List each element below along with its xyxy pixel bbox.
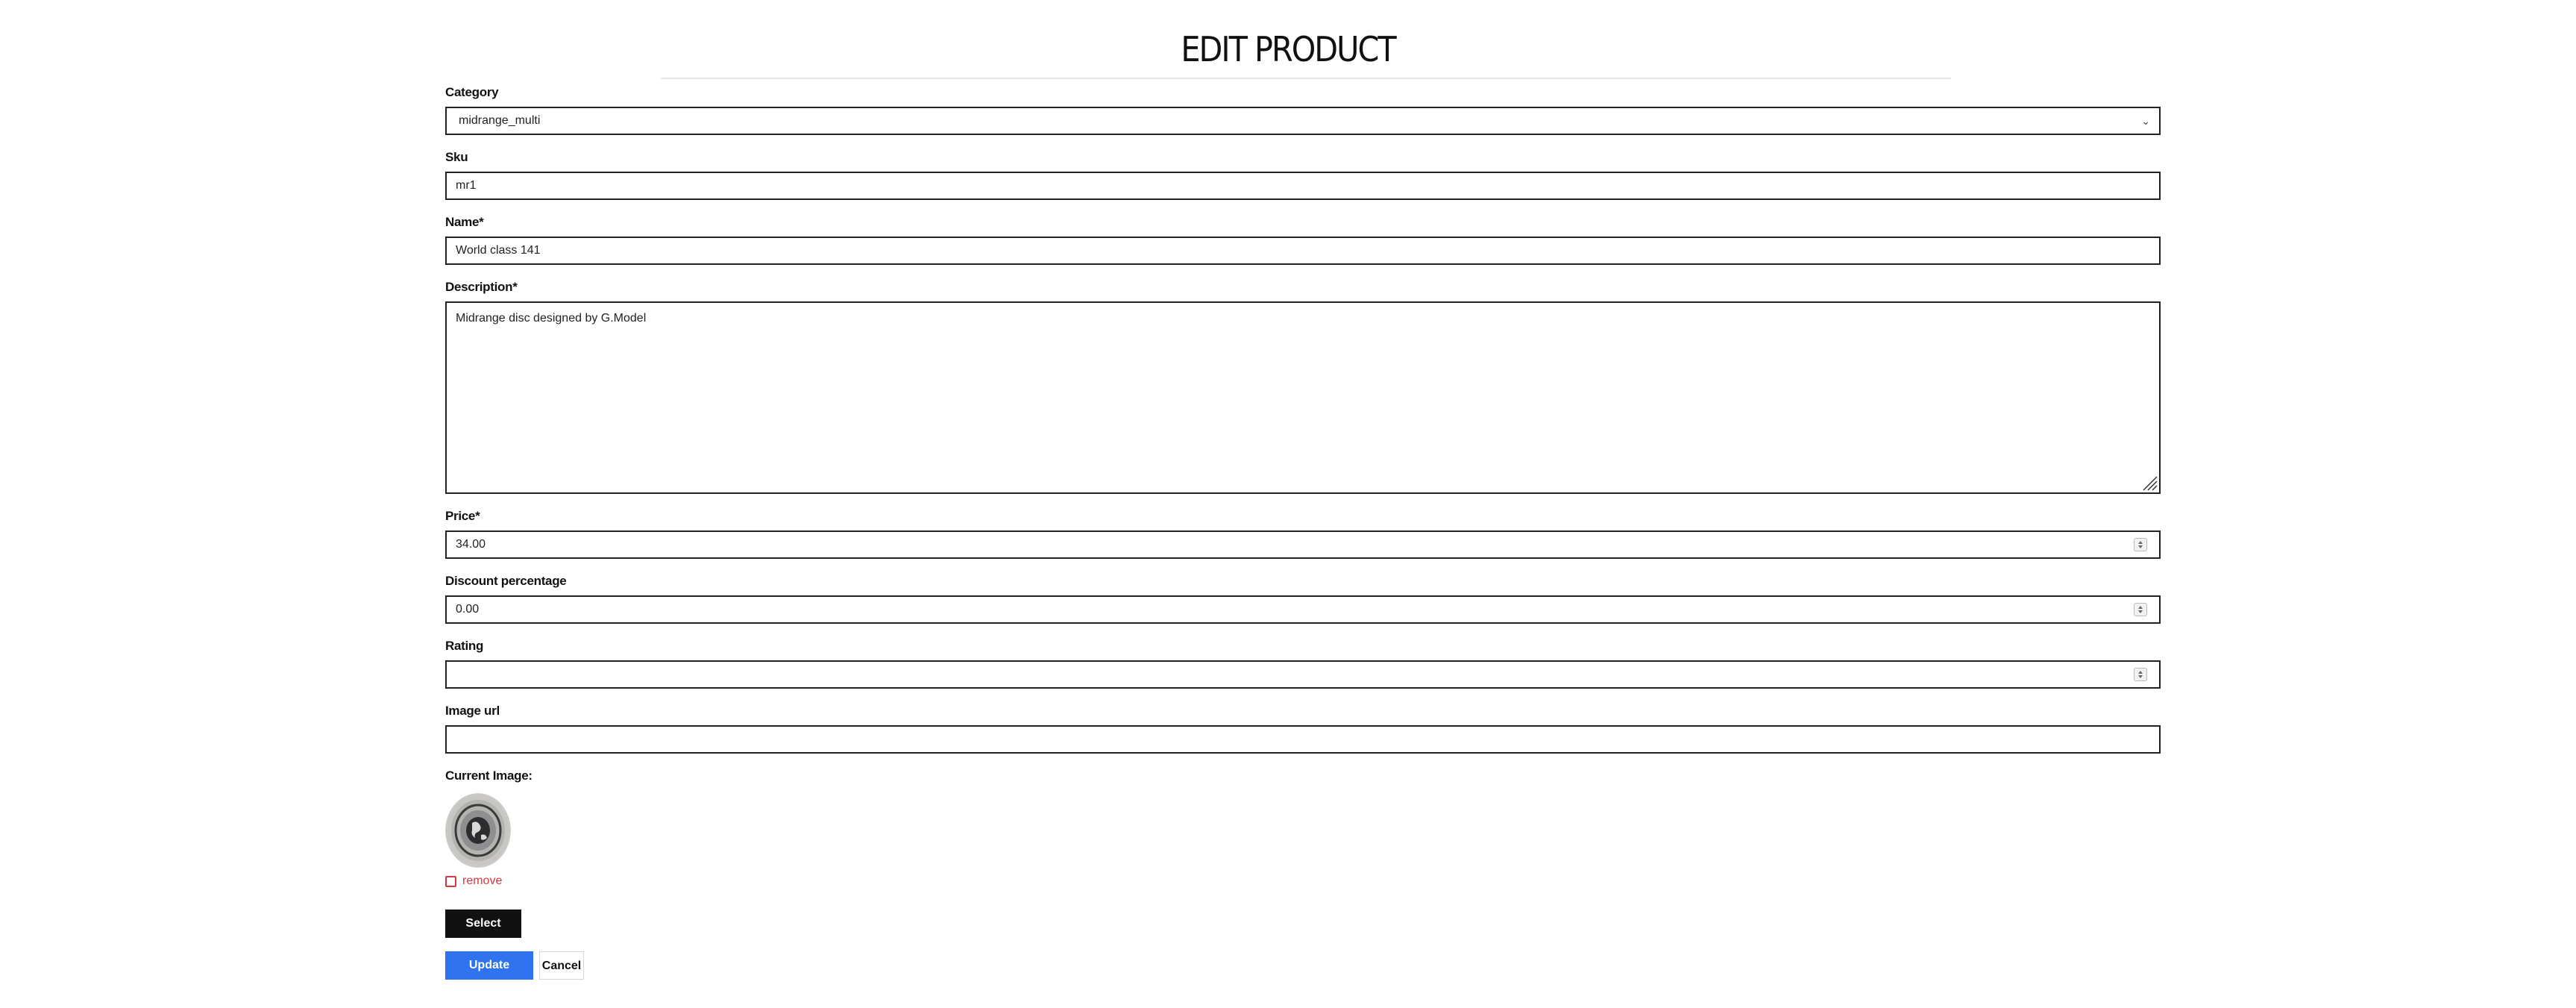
description-value: Midrange disc designed by G.Model: [456, 312, 647, 325]
select-image-button[interactable]: Select Image: [445, 910, 521, 958]
sku-input[interactable]: mr1: [445, 172, 2161, 200]
price-input[interactable]: 34.00: [445, 530, 2161, 559]
description-label: Description*: [445, 280, 518, 294]
category-label: Category: [445, 85, 499, 99]
category-value: midrange_multi: [459, 114, 541, 127]
name-value: World class 141: [456, 244, 541, 257]
product-disc-image: [445, 793, 511, 868]
price-value: 34.00: [456, 538, 486, 551]
chevron-down-icon: ⌄: [2141, 115, 2150, 127]
spinner-icon[interactable]: [2134, 538, 2147, 551]
image-url-input[interactable]: [445, 725, 2161, 754]
resize-grip-icon[interactable]: [2141, 475, 2158, 491]
sku-label: Sku: [445, 150, 468, 164]
remove-image-row[interactable]: remove: [445, 873, 502, 889]
remove-checkbox[interactable]: [445, 875, 456, 887]
update-product-button[interactable]: Update Product: [445, 951, 533, 1000]
description-textarea[interactable]: Midrange disc designed by G.Model: [445, 301, 2161, 494]
title-divider: [661, 78, 1951, 79]
spinner-icon[interactable]: [2134, 668, 2147, 681]
name-input[interactable]: World class 141: [445, 237, 2161, 265]
current-image-label: Current Image:: [445, 768, 533, 783]
sku-value: mr1: [456, 179, 477, 192]
name-label: Name*: [445, 215, 484, 229]
discount-value: 0.00: [456, 603, 480, 616]
discount-label: Discount percentage: [445, 574, 567, 588]
rating-label: Rating: [445, 639, 484, 653]
page-title: EDIT PRODUCT: [1181, 29, 1396, 69]
category-select[interactable]: midrange_multi ⌄: [445, 107, 2161, 135]
discount-input[interactable]: 0.00: [445, 595, 2161, 624]
price-label: Price*: [445, 509, 480, 523]
spinner-icon[interactable]: [2134, 603, 2147, 616]
image-url-label: Image url: [445, 704, 500, 718]
rating-input[interactable]: [445, 660, 2161, 689]
cancel-button[interactable]: Cancel: [539, 951, 584, 980]
remove-label[interactable]: remove: [462, 874, 502, 888]
